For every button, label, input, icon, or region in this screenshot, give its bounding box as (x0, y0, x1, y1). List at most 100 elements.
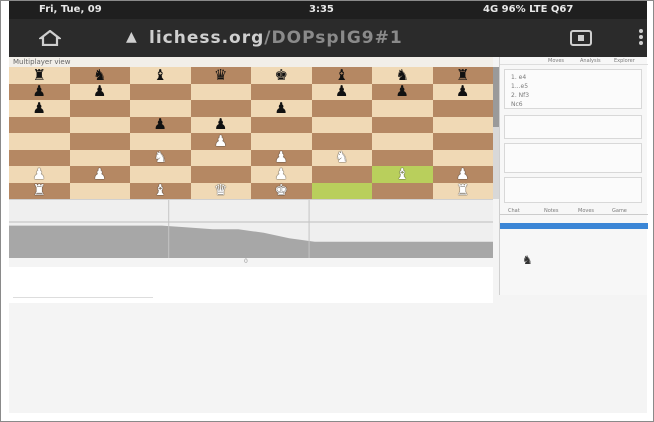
square-a6[interactable]: ♟ (9, 100, 70, 117)
square-f4[interactable] (311, 133, 372, 150)
square-b6[interactable] (69, 100, 130, 117)
move-line[interactable]: 1. e4 (511, 74, 526, 81)
square-e4[interactable] (251, 133, 312, 150)
white-pawn-icon[interactable]: ♟ (214, 133, 227, 149)
square-f1[interactable] (311, 182, 372, 199)
square-h3[interactable] (432, 149, 493, 166)
square-e7[interactable] (251, 83, 312, 100)
square-g4[interactable] (372, 133, 433, 150)
square-d6[interactable] (190, 100, 251, 117)
white-rook-icon[interactable]: ♜ (456, 183, 469, 198)
square-d8[interactable]: ♛ (190, 67, 251, 84)
move-line[interactable]: Nc6 (511, 101, 523, 108)
white-knight-icon[interactable]: ♞ (154, 150, 167, 165)
square-d7[interactable] (190, 83, 251, 100)
black-knight-icon[interactable]: ♞ (93, 67, 106, 83)
square-a8[interactable]: ♜ (9, 67, 70, 84)
square-f5[interactable] (311, 116, 372, 133)
overflow-menu-icon[interactable] (635, 27, 647, 49)
white-pawn-icon[interactable]: ♟ (275, 150, 288, 165)
black-pawn-icon[interactable]: ♟ (93, 84, 106, 99)
square-a4[interactable] (9, 133, 70, 150)
square-a7[interactable]: ♟ (9, 83, 70, 100)
selected-row[interactable] (500, 223, 648, 229)
square-b4[interactable] (69, 133, 130, 150)
move-line[interactable]: 1...e5 (511, 83, 528, 90)
square-c3[interactable]: ♞ (130, 149, 191, 166)
url-field[interactable]: lichess.org/DOPspIG9#1 (149, 28, 403, 48)
square-h2[interactable]: ♟ (432, 166, 493, 183)
square-b1[interactable] (69, 182, 130, 199)
black-pawn-icon[interactable]: ♟ (33, 84, 46, 99)
square-g1[interactable] (372, 182, 433, 199)
white-pawn-icon[interactable]: ♟ (33, 166, 46, 182)
square-d4[interactable]: ♟ (190, 133, 251, 150)
square-c7[interactable] (130, 83, 191, 100)
square-c5[interactable]: ♟ (130, 116, 191, 133)
square-f2[interactable] (311, 166, 372, 183)
square-e2[interactable]: ♟ (251, 166, 312, 183)
square-e1[interactable]: ♚ (251, 182, 312, 199)
square-f3[interactable]: ♞ (311, 149, 372, 166)
white-knight-icon[interactable]: ♞ (335, 150, 348, 165)
black-pawn-icon[interactable]: ♟ (154, 117, 167, 132)
square-g6[interactable] (372, 100, 433, 117)
black-king-icon[interactable]: ♚ (275, 67, 288, 83)
square-e6[interactable]: ♟ (251, 100, 312, 117)
square-e8[interactable]: ♚ (251, 67, 312, 84)
tabs-icon[interactable] (570, 30, 592, 46)
square-c4[interactable] (130, 133, 191, 150)
tab-explorer[interactable]: Explorer (614, 58, 635, 64)
square-a3[interactable] (9, 149, 70, 166)
square-g8[interactable]: ♞ (372, 67, 433, 84)
square-h1[interactable]: ♜ (432, 182, 493, 199)
tab-moves-lower[interactable]: Moves (578, 208, 594, 214)
black-knight-icon[interactable]: ♞ (396, 67, 409, 83)
square-h5[interactable] (432, 116, 493, 133)
black-pawn-icon[interactable]: ♟ (33, 100, 46, 116)
tab-notes[interactable]: Notes (544, 208, 558, 214)
home-icon[interactable] (39, 30, 61, 46)
move-line[interactable]: 2. Nf3 (511, 92, 529, 99)
black-pawn-icon[interactable]: ♟ (214, 117, 227, 132)
white-bishop-icon[interactable]: ♝ (154, 183, 167, 198)
black-rook-icon[interactable]: ♜ (33, 67, 46, 83)
square-h6[interactable] (432, 100, 493, 117)
evaluation-graph[interactable] (9, 199, 493, 258)
white-bishop-icon[interactable]: ♝ (396, 166, 409, 182)
white-pawn-icon[interactable]: ♟ (275, 166, 288, 182)
black-pawn-icon[interactable]: ♟ (335, 84, 348, 99)
black-bishop-icon[interactable]: ♝ (335, 67, 348, 83)
square-g7[interactable]: ♟ (372, 83, 433, 100)
square-c8[interactable]: ♝ (130, 67, 191, 84)
square-f6[interactable] (311, 100, 372, 117)
black-pawn-icon[interactable]: ♟ (456, 84, 469, 99)
square-h7[interactable]: ♟ (432, 83, 493, 100)
black-bishop-icon[interactable]: ♝ (154, 67, 167, 83)
white-queen-icon[interactable]: ♛ (214, 183, 227, 198)
square-g5[interactable] (372, 116, 433, 133)
square-b7[interactable]: ♟ (69, 83, 130, 100)
square-b3[interactable] (69, 149, 130, 166)
square-e3[interactable]: ♟ (251, 149, 312, 166)
square-c6[interactable] (130, 100, 191, 117)
tab-chat[interactable]: Chat (508, 208, 520, 214)
white-king-icon[interactable]: ♚ (275, 183, 288, 198)
white-pawn-icon[interactable]: ♟ (93, 166, 106, 182)
square-d3[interactable] (190, 149, 251, 166)
tab-game[interactable]: Game (612, 208, 627, 214)
square-c1[interactable]: ♝ (130, 182, 191, 199)
square-b5[interactable] (69, 116, 130, 133)
square-h4[interactable] (432, 133, 493, 150)
square-a2[interactable]: ♟ (9, 166, 70, 183)
square-c2[interactable] (130, 166, 191, 183)
square-d2[interactable] (190, 166, 251, 183)
chess-board[interactable]: ♜ ♞ ♝ ♛ ♚ ♝ ♞ ♜ ♟ ♟ ♟ ♟ ♟ ♟ ♟ ♟ ♟ ♟ ♞ ♟ ♞ ♟ ♟ ♟ ♝ ♟ ♜ ♝ ♛ ♚ ♜ (9, 67, 493, 199)
square-g3[interactable] (372, 149, 433, 166)
square-b2[interactable]: ♟ (69, 166, 130, 183)
black-pawn-icon[interactable]: ♟ (396, 84, 409, 99)
square-a1[interactable]: ♜ (9, 182, 70, 199)
square-f8[interactable]: ♝ (311, 67, 372, 84)
square-g2[interactable]: ♝ (372, 166, 433, 183)
square-b8[interactable]: ♞ (69, 67, 130, 84)
